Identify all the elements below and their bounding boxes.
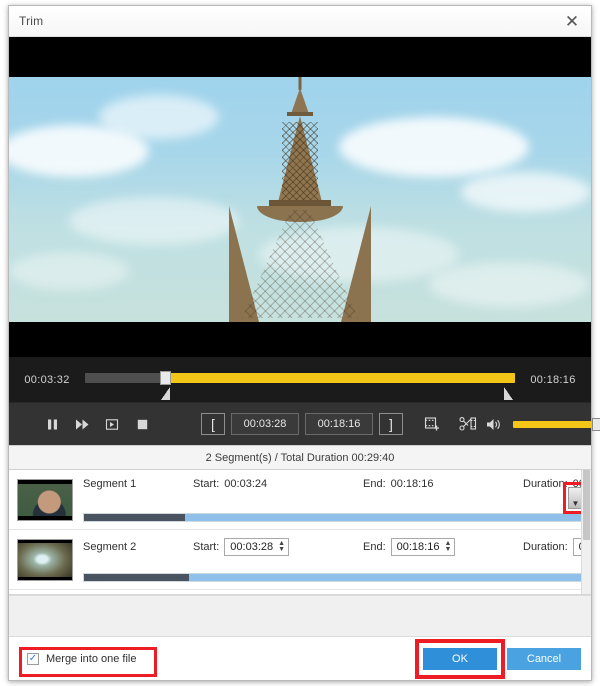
segments-summary: 2 Segment(s) / Total Duration 00:29:40	[9, 445, 591, 470]
start-label: Start:	[193, 541, 219, 553]
volume-slider-handle[interactable]	[592, 418, 600, 431]
video-frame	[9, 77, 591, 322]
seek-bar[interactable]	[85, 357, 515, 402]
footer-spacer	[9, 595, 591, 636]
segment-start-value: 00:03:28	[230, 541, 273, 553]
dialog-footer: ✓ Merge into one file OK Cancel	[9, 636, 591, 680]
window-title: Trim	[19, 14, 43, 28]
stepper-arrows-icon[interactable]: ▲▼	[278, 541, 285, 553]
trim-dialog: Trim ✕	[8, 5, 592, 681]
trim-in-handle[interactable]	[161, 387, 170, 400]
cloud-decoration	[99, 95, 219, 139]
segment-list: Segment 1 Start: 00:03:24 End: 00:18:16 …	[9, 470, 591, 595]
segment-end-value: 00:18:16	[397, 541, 440, 553]
segment-progress-bar[interactable]	[83, 513, 591, 522]
cancel-button[interactable]: Cancel	[507, 648, 581, 670]
trim-out-handle[interactable]	[504, 387, 513, 400]
total-time-label: 00:18:16	[515, 374, 591, 386]
ok-button[interactable]: OK	[423, 648, 497, 670]
segment-name: Segment 2	[83, 541, 193, 553]
segment-end-input[interactable]: 00:18:16 ▲▼	[391, 538, 456, 556]
frame-step-icon[interactable]	[99, 411, 125, 437]
segment-name: Segment 1	[83, 478, 193, 490]
segment-start-input[interactable]: 00:03:28 ▲▼	[224, 538, 289, 556]
start-label: Start:	[193, 478, 219, 490]
playhead-handle[interactable]	[160, 371, 171, 385]
segment-thumbnail[interactable]	[17, 539, 73, 581]
highlight-box-merge	[19, 647, 157, 677]
duration-label: Duration:	[523, 478, 568, 490]
end-label: End:	[363, 478, 386, 490]
segment-list-scrollbar[interactable]	[581, 470, 591, 594]
segment-progress-fill	[84, 514, 185, 521]
segment-row-1[interactable]: Segment 1 Start: 00:03:24 End: 00:18:16 …	[9, 470, 591, 530]
current-time-label: 00:03:32	[9, 374, 85, 386]
segment-row-2[interactable]: Segment 2 Start: 00:03:28 ▲▼ End: 00:18:…	[9, 530, 591, 590]
stop-icon[interactable]	[129, 411, 155, 437]
stepper-arrows-icon[interactable]: ▲▼	[444, 541, 451, 553]
segment-thumbnail[interactable]	[17, 479, 73, 521]
add-segment-icon[interactable]	[419, 411, 445, 437]
end-time-input[interactable]: 00:18:16	[305, 413, 373, 435]
fast-forward-icon[interactable]	[69, 411, 95, 437]
mark-out-button[interactable]: ]	[379, 413, 403, 435]
seek-selection-range	[162, 373, 515, 383]
segment-progress-bar[interactable]	[83, 573, 591, 582]
cloud-decoration	[429, 262, 589, 307]
start-time-input[interactable]: 00:03:28	[231, 413, 299, 435]
split-segment-icon[interactable]	[455, 411, 481, 437]
mark-in-button[interactable]: [	[201, 413, 225, 435]
volume-icon[interactable]	[481, 411, 507, 437]
segment-end-value: 00:18:16	[391, 478, 434, 490]
seek-bar-row: 00:03:32 00:18:16	[9, 357, 591, 402]
segment-progress-fill	[84, 574, 189, 581]
cloud-decoration	[9, 252, 129, 290]
eiffel-tower-graphic	[215, 82, 385, 322]
end-label: End:	[363, 541, 386, 553]
scrollbar-thumb[interactable]	[583, 470, 590, 540]
pause-icon[interactable]	[39, 411, 65, 437]
cloud-decoration	[69, 197, 239, 245]
segment-start-value: 00:03:24	[224, 478, 267, 490]
video-preview[interactable]	[9, 37, 591, 357]
cloud-decoration	[461, 172, 591, 212]
playback-controls: [ 00:03:28 00:18:16 ]	[9, 402, 591, 445]
close-icon[interactable]: ✕	[559, 9, 585, 33]
title-bar: Trim ✕	[9, 6, 591, 37]
volume-slider[interactable]	[513, 421, 600, 428]
duration-label: Duration:	[523, 541, 568, 553]
merge-option[interactable]: ✓ Merge into one file	[19, 647, 145, 671]
